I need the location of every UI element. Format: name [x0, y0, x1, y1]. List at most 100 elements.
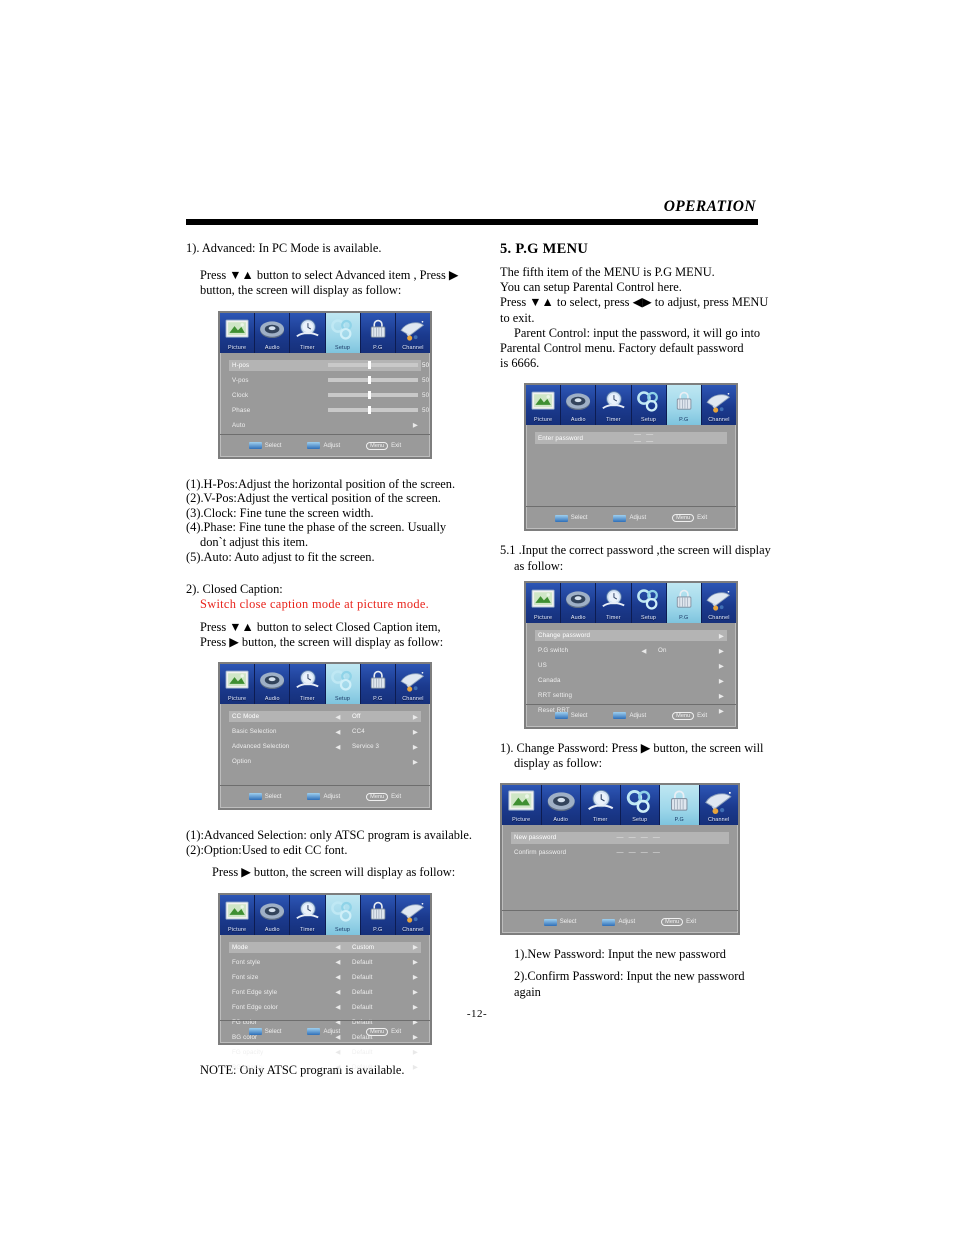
osd-row[interactable]: Mode ◀ Custom ▶ [229, 941, 421, 954]
osd-pg-menu-screen[interactable]: Picture Audio Timer Setup P.G Channel Change p… [524, 580, 738, 729]
chevron-right-icon[interactable]: ▶ [406, 421, 418, 429]
osd-tab-setup[interactable]: Setup [325, 894, 361, 935]
chevron-left-icon[interactable]: ◀ [639, 647, 649, 655]
osd-slider[interactable] [328, 391, 418, 400]
osd-row[interactable]: Canada ▶ [535, 675, 727, 687]
chevron-right-icon[interactable]: ▶ [712, 692, 724, 700]
osd-tab-picture[interactable]: Picture [502, 785, 542, 826]
osd-closed-caption-screen[interactable]: Picture Audio Timer Setup P.G Channel CC Mode ◀… [218, 661, 432, 810]
password-field[interactable]: — — — — [610, 849, 668, 856]
osd-tab-audio[interactable]: Audio [255, 312, 291, 353]
osd-tab-timer[interactable]: Timer [596, 582, 632, 623]
osd-tab-audio[interactable]: Audio [255, 663, 291, 704]
chevron-right-icon[interactable]: ▶ [712, 677, 724, 685]
osd-tab-audio[interactable]: Audio [561, 385, 597, 426]
osd-row[interactable]: Font size ◀ Default ▶ [229, 972, 421, 984]
menu-key-icon[interactable]: Menu [366, 441, 389, 450]
osd-tab-picture[interactable]: Picture [526, 582, 562, 623]
osd-cc-font-screen[interactable]: Picture Audio Timer Setup P.G Channel Mode ◀ Cus… [218, 892, 432, 1071]
osd-tab-setup[interactable]: Setup [631, 582, 667, 623]
password-field[interactable]: — — — — [634, 431, 666, 445]
chevron-right-icon[interactable]: ▶ [406, 958, 418, 966]
chevron-left-icon[interactable]: ◀ [333, 943, 343, 951]
osd-slider[interactable] [328, 361, 418, 370]
chevron-right-icon[interactable]: ▶ [406, 743, 418, 751]
osd-tab-audio[interactable]: Audio [561, 582, 597, 623]
chevron-left-icon[interactable]: ◀ [333, 743, 343, 751]
osd-row[interactable]: Font style ◀ Default ▶ [229, 957, 421, 969]
chevron-left-icon[interactable]: ◀ [333, 988, 343, 996]
osd-tab-audio[interactable]: Audio [541, 785, 581, 826]
chevron-right-icon[interactable]: ▶ [406, 713, 418, 721]
menu-key-icon[interactable]: Menu [366, 792, 389, 801]
osd-tab-pg[interactable]: P.G [360, 663, 396, 704]
osd-tab-timer[interactable]: Timer [290, 894, 326, 935]
osd-tab-setup[interactable]: Setup [631, 385, 667, 426]
osd-row[interactable]: CC Mode ◀ Off ▶ [229, 710, 421, 723]
osd-tab-picture[interactable]: Picture [220, 312, 256, 353]
password-field[interactable]: — — — — [610, 834, 668, 841]
osd-tab-audio[interactable]: Audio [255, 894, 291, 935]
chevron-left-icon[interactable]: ◀ [333, 973, 343, 981]
osd-row[interactable]: Basic Selection ◀ CC4 ▶ [229, 726, 421, 738]
osd-row[interactable]: Confirm password — — — — [511, 847, 729, 859]
chevron-left-icon[interactable]: ◀ [333, 1048, 343, 1056]
chevron-left-icon[interactable]: ◀ [333, 1063, 343, 1071]
osd-row[interactable]: RRT setting ▶ [535, 690, 727, 702]
chevron-right-icon[interactable]: ▶ [712, 647, 724, 655]
osd-slider[interactable] [328, 406, 418, 415]
osd-tab-pg[interactable]: P.G [666, 582, 702, 623]
chevron-right-icon[interactable]: ▶ [406, 728, 418, 736]
osd-tab-channel[interactable]: Channel [701, 385, 737, 426]
chevron-right-icon[interactable]: ▶ [406, 758, 418, 766]
osd-row[interactable]: Change password ▶ [535, 629, 727, 642]
osd-tab-picture[interactable]: Picture [220, 663, 256, 704]
osd-tab-timer[interactable]: Timer [290, 663, 326, 704]
osd-row[interactable]: Phase 50 [229, 405, 429, 417]
slider-knob[interactable] [367, 376, 371, 385]
chevron-right-icon[interactable]: ▶ [406, 943, 418, 951]
osd-tab-pg[interactable]: P.G [360, 312, 396, 353]
osd-advanced-screen[interactable]: Picture Audio Timer Setup P.G Channel H-pos 50 V… [218, 310, 432, 459]
osd-tab-channel[interactable]: Channel [395, 894, 431, 935]
osd-change-password-screen[interactable]: Picture Audio Timer Setup P.G Channel New pass… [500, 783, 740, 936]
chevron-right-icon[interactable]: ▶ [406, 1048, 418, 1056]
osd-tab-picture[interactable]: Picture [526, 385, 562, 426]
osd-row[interactable]: US ▶ [535, 660, 727, 672]
osd-tab-channel[interactable]: Channel [395, 663, 431, 704]
osd-tab-setup[interactable]: Setup [325, 312, 361, 353]
slider-knob[interactable] [367, 406, 371, 415]
osd-tab-pg[interactable]: P.G [660, 785, 700, 826]
osd-tab-timer[interactable]: Timer [581, 785, 621, 826]
osd-tab-timer[interactable]: Timer [596, 385, 632, 426]
chevron-left-icon[interactable]: ◀ [333, 713, 343, 721]
chevron-right-icon[interactable]: ▶ [406, 1063, 418, 1071]
osd-row[interactable]: New password — — — — [511, 832, 729, 844]
menu-key-icon[interactable]: Menu [661, 918, 684, 927]
osd-row[interactable]: P.G switch ◀ On ▶ [535, 645, 727, 657]
menu-key-icon[interactable]: Menu [672, 514, 695, 523]
osd-row[interactable]: Option ▶ [229, 756, 421, 768]
osd-tab-channel[interactable]: Channel [395, 312, 431, 353]
chevron-left-icon[interactable]: ◀ [333, 958, 343, 966]
osd-tab-channel[interactable]: Channel [701, 582, 737, 623]
osd-row[interactable]: Enter password — — — — [535, 431, 727, 445]
osd-tab-pg[interactable]: P.G [360, 894, 396, 935]
chevron-right-icon[interactable]: ▶ [712, 632, 724, 640]
osd-tab-timer[interactable]: Timer [290, 312, 326, 353]
chevron-left-icon[interactable]: ◀ [333, 728, 343, 736]
chevron-right-icon[interactable]: ▶ [406, 973, 418, 981]
osd-enter-password-screen[interactable]: Picture Audio Timer Setup P.G Channel Enter pa… [524, 383, 738, 532]
osd-row[interactable]: V-pos 50 [229, 375, 429, 387]
osd-row[interactable]: BG opacity ◀ Default ▶ [229, 1062, 421, 1074]
osd-tab-setup[interactable]: Setup [325, 663, 361, 704]
menu-key-icon[interactable]: Menu [672, 711, 695, 720]
menu-key-icon[interactable]: Menu [366, 1027, 389, 1036]
osd-tab-picture[interactable]: Picture [220, 894, 256, 935]
osd-row[interactable]: Font Edge style ◀ Default ▶ [229, 987, 421, 999]
osd-row[interactable]: FG opacity ◀ Default ▶ [229, 1047, 421, 1059]
chevron-right-icon[interactable]: ▶ [712, 662, 724, 670]
osd-tab-setup[interactable]: Setup [620, 785, 660, 826]
osd-slider[interactable] [328, 376, 418, 385]
osd-tab-channel[interactable]: Channel [699, 785, 738, 826]
